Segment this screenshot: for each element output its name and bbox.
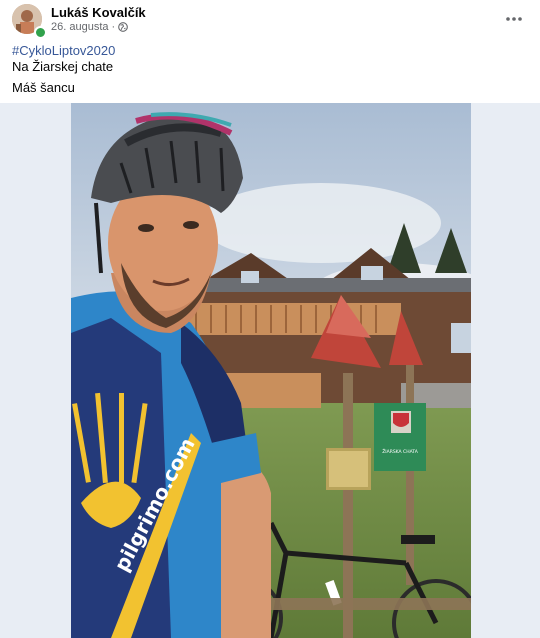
post-date[interactable]: 26. augusta	[51, 21, 109, 33]
post-media[interactable]: ŽIARSKA CHATA pilgrimo.com	[0, 103, 540, 638]
online-status-dot	[34, 26, 47, 39]
post-meta: 26. augusta ·	[51, 21, 129, 33]
author-name[interactable]: Lukáš Kovalčík	[51, 5, 146, 20]
meta-separator: ·	[111, 21, 116, 33]
more-options-button[interactable]	[500, 8, 528, 30]
post-text-line: Na Žiarskej chate	[12, 59, 114, 74]
post-header: Lukáš Kovalčík 26. augusta ·	[0, 0, 540, 40]
hashtag-link[interactable]: #CykloLiptov2020	[12, 43, 115, 59]
post-photo[interactable]: ŽIARSKA CHATA pilgrimo.com	[71, 103, 471, 638]
more-horizontal-icon	[506, 17, 522, 21]
post-card: Lukáš Kovalčík 26. augusta · #CykloLipto…	[0, 0, 540, 638]
post-text-line: Máš šancu	[12, 80, 75, 95]
globe-icon[interactable]	[118, 22, 129, 32]
